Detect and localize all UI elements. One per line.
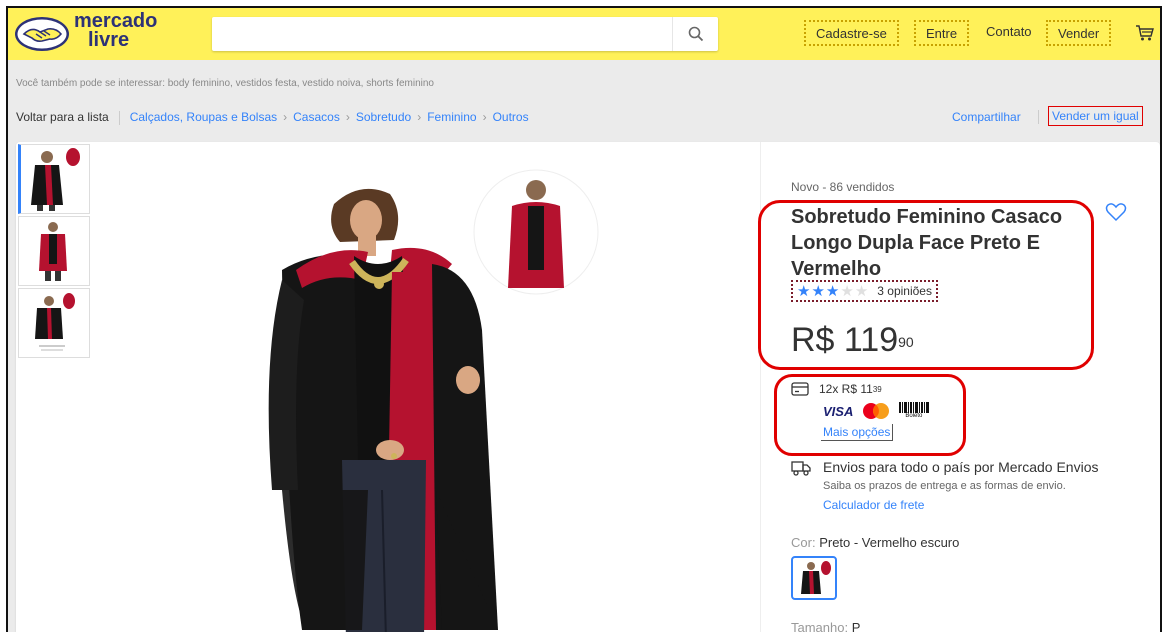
coat-thumbnail-image xyxy=(35,293,75,351)
breadcrumb-item-category[interactable]: Calçados, Roupas e Bolsas xyxy=(130,110,277,124)
mercado-livre-logo[interactable]: mercado livre xyxy=(14,11,174,56)
search-icon xyxy=(688,26,703,42)
nav-sell-link[interactable]: Vender xyxy=(1046,20,1112,46)
logo-wordmark: mercado livre xyxy=(74,11,157,51)
breadcrumb-item-female[interactable]: Feminino xyxy=(427,110,476,124)
thumbnail-1[interactable] xyxy=(18,144,90,214)
search-bar xyxy=(212,17,718,51)
color-label: Cor: xyxy=(791,535,816,550)
search-input[interactable] xyxy=(212,17,670,51)
coat-swatch-image xyxy=(801,561,831,594)
search-button[interactable] xyxy=(672,17,718,51)
browser-frame: mercado livre Cadastre-se Entre Contato … xyxy=(6,6,1162,632)
size-label: Tamanho: xyxy=(791,620,849,632)
handshake-logo-icon xyxy=(15,17,69,51)
related-searches[interactable]: Você também pode se interessar: body fem… xyxy=(16,78,434,89)
color-swatch-selected[interactable] xyxy=(791,556,837,600)
share-link[interactable]: Compartilhar xyxy=(952,110,1021,124)
shipping-title: Envios para todo o país por Mercado Envi… xyxy=(823,459,1099,475)
breadcrumb-item-others[interactable]: Outros xyxy=(493,110,529,124)
nav-login-link[interactable]: Entre xyxy=(914,20,970,46)
back-to-list-link[interactable]: Voltar para a lista xyxy=(16,110,109,124)
chevron-right-icon: › xyxy=(482,110,487,124)
nav-contact-link[interactable]: Contato xyxy=(976,20,1042,46)
nav-signup-link[interactable]: Cadastre-se xyxy=(804,20,899,46)
chevron-right-icon: › xyxy=(283,110,288,124)
chevron-right-icon: › xyxy=(417,110,422,124)
condition-sold-count: Novo - 86 vendidos xyxy=(791,180,895,194)
breadcrumb-item-coats[interactable]: Casacos xyxy=(293,110,340,124)
coat-thumbnail-image xyxy=(39,222,67,281)
size-selector-label: Tamanho: P xyxy=(791,620,860,632)
coat-thumbnail-image xyxy=(31,148,80,211)
shipping-calculator-link[interactable]: Calculador de frete xyxy=(823,498,924,512)
chevron-right-icon: › xyxy=(345,110,350,124)
thumbnail-2[interactable] xyxy=(18,216,90,286)
annotation-outline-title-price xyxy=(758,200,1094,370)
logo-line-2: livre xyxy=(88,29,130,51)
site-header: mercado livre Cadastre-se Entre Contato … xyxy=(8,8,1160,60)
breadcrumb-item-overcoat[interactable]: Sobretudo xyxy=(356,110,411,124)
thumbnail-3[interactable] xyxy=(18,288,90,358)
product-main-image[interactable] xyxy=(242,160,614,632)
heart-icon[interactable] xyxy=(1105,202,1127,222)
color-selector-label: Cor: Preto - Vermelho escuro xyxy=(791,535,959,550)
color-value: Preto - Vermelho escuro xyxy=(819,535,960,550)
breadcrumb: Voltar para a lista Calçados, Roupas e Bo… xyxy=(16,110,529,125)
annotation-outline-payment xyxy=(774,374,966,456)
size-value: P xyxy=(851,620,861,632)
thumbnail-gallery xyxy=(18,144,90,360)
divider xyxy=(1038,110,1039,124)
delivery-truck-icon xyxy=(791,461,811,476)
cart-icon[interactable] xyxy=(1134,22,1156,44)
sell-similar-link[interactable]: Vender um igual xyxy=(1048,106,1143,126)
divider xyxy=(118,110,120,125)
shipping-subtitle: Saiba os prazos de entrega e as formas d… xyxy=(823,480,1066,492)
